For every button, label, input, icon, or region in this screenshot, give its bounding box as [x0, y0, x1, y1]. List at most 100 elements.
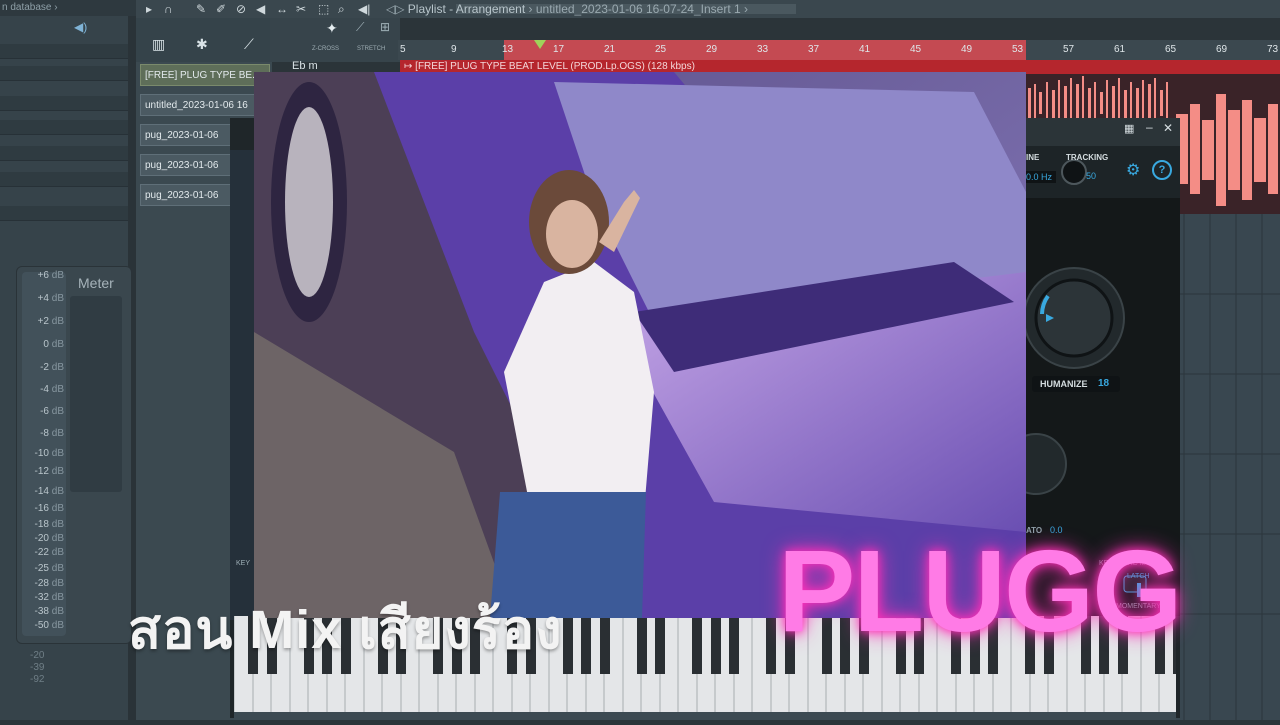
black-key[interactable]	[655, 616, 665, 674]
playback-icon[interactable]: ◀|	[358, 0, 370, 18]
meter-tick: -6 dB	[40, 406, 64, 417]
meter-tick: -22 dB	[34, 547, 64, 558]
meter-tick: -32 dB	[34, 592, 64, 603]
line-value[interactable]: 0.0 Hz	[1026, 171, 1056, 183]
automation-icon[interactable]: ⟋	[244, 36, 254, 53]
ruler-bar-number: 17	[553, 44, 565, 55]
black-key[interactable]	[711, 616, 721, 674]
track-item[interactable]: untitled_2023-01-06 16	[140, 94, 270, 116]
track-name: pug_2023-01-06	[145, 190, 219, 201]
plugin-menu-icon[interactable]: ▦	[1124, 122, 1134, 135]
playhead-marker[interactable]	[534, 40, 546, 49]
black-key[interactable]	[637, 616, 647, 674]
settings-gear-icon[interactable]: ⚙	[1126, 160, 1140, 180]
track-name: pug_2023-01-06	[145, 160, 219, 171]
magnet-icon[interactable]: ∩	[164, 0, 173, 18]
audio-wave-icon[interactable]: ✱	[196, 36, 208, 53]
black-key[interactable]	[692, 616, 702, 674]
meter-tick: -16 dB	[34, 503, 64, 514]
browser-row[interactable]	[0, 172, 132, 187]
meter-level-bar	[70, 296, 122, 492]
grid-tool-icon[interactable]: ⊞	[380, 20, 390, 34]
slice-icon[interactable]: ✂	[296, 0, 306, 18]
ruler-bar-number: 57	[1063, 44, 1075, 55]
humanize-value[interactable]: 18	[1098, 378, 1109, 389]
ruler-bar-number: 29	[706, 44, 718, 55]
meter-title: Meter	[78, 275, 114, 291]
browser-row[interactable]	[0, 44, 132, 59]
piano-roll-icon[interactable]: ▥	[152, 36, 165, 53]
ruler-bar-number: 65	[1165, 44, 1177, 55]
plugin-left-edge	[230, 150, 256, 620]
meter-lower-tick: -92	[30, 674, 45, 685]
meter-tick: -18 dB	[34, 519, 64, 530]
playlist-grid[interactable]	[1176, 214, 1280, 720]
curve-tool-icon[interactable]: ⟋	[356, 20, 364, 35]
play-icon[interactable]: ▸	[146, 0, 152, 18]
track-name: pug_2023-01-06	[145, 130, 219, 141]
meter-tick: -50 dB	[34, 620, 64, 631]
browser-row[interactable]	[0, 96, 132, 111]
minimize-icon[interactable]: –	[1146, 120, 1153, 134]
meter-tick: -4 dB	[40, 384, 64, 395]
pencil-icon[interactable]: ✎	[196, 0, 206, 18]
key-label: Eb m	[292, 60, 318, 72]
tracking-value[interactable]: 50	[1086, 171, 1096, 181]
black-key[interactable]	[563, 616, 573, 674]
close-icon[interactable]: ✕	[1163, 121, 1173, 135]
line-label: INE	[1026, 153, 1040, 162]
delete-icon[interactable]: ⊘	[236, 0, 246, 18]
speaker-icon[interactable]: ◀)	[74, 20, 88, 34]
browser-row[interactable]	[0, 66, 132, 81]
ruler-bar-number: 9	[451, 44, 457, 55]
slip-icon[interactable]: ↔	[276, 0, 288, 18]
meter-tick: -28 dB	[34, 578, 64, 589]
meter-tick: -10 dB	[34, 448, 64, 459]
meter-tick: -20 dB	[34, 533, 64, 544]
ruler-bar-number: 33	[757, 44, 769, 55]
breadcrumb-text: n database	[2, 2, 52, 13]
tracking-label: TRACKING	[1066, 153, 1109, 162]
playlist-title: ◁▷ Playlist - Arrangement › untitled_202…	[386, 2, 749, 16]
meter-tick: -38 dB	[34, 606, 64, 617]
help-icon[interactable]: ?	[1152, 160, 1172, 180]
meter-tick: +4 dB	[37, 293, 64, 304]
browser-row[interactable]	[0, 120, 132, 135]
black-key[interactable]	[729, 616, 739, 674]
browser-breadcrumb[interactable]: n database ›	[0, 0, 136, 16]
ruler-bar-number: 25	[655, 44, 667, 55]
meter-tick: -8 dB	[40, 428, 64, 439]
ruler-bar-number: 49	[961, 44, 973, 55]
track-item[interactable]: [FREE] PLUG TYPE BE...	[140, 64, 270, 86]
ruler-bar-number: 53	[1012, 44, 1024, 55]
browser-row[interactable]	[0, 206, 132, 221]
ruler-bar-number: 61	[1114, 44, 1126, 55]
black-key[interactable]	[581, 616, 591, 674]
meter-tick: 0 dB	[43, 339, 64, 350]
black-key[interactable]	[766, 616, 776, 674]
paint-icon[interactable]: ✐	[216, 0, 226, 18]
zoom-icon[interactable]: ⌕	[338, 0, 345, 18]
waveform-tool-icon[interactable]: ✦	[326, 20, 338, 37]
meter-lower-tick: -20	[30, 650, 45, 661]
ruler-bar-number: 73	[1267, 44, 1279, 55]
ruler-bar-number: 41	[859, 44, 871, 55]
project-path: untitled_2023-01-06 16-07-24_Insert 1	[535, 2, 741, 16]
ruler-bar-number: 21	[604, 44, 616, 55]
video-title-thai: สอน Mix เสียงร้อง	[128, 600, 563, 660]
ruler-bar-number: 13	[502, 44, 514, 55]
browser-row[interactable]	[0, 146, 132, 161]
meter-tick: -14 dB	[34, 486, 64, 497]
black-key[interactable]	[600, 616, 610, 674]
zcross-toggle[interactable]: Z-CROSS	[312, 46, 339, 52]
track-name: [FREE] PLUG TYPE BE...	[145, 70, 261, 81]
clip-title: [FREE] PLUG TYPE BEAT LEVEL (PROD.Lp.OGS…	[415, 61, 695, 72]
meter-tick: -25 dB	[34, 563, 64, 574]
stretch-toggle[interactable]: STRETCH	[357, 46, 385, 52]
plugin-scrollbar[interactable]	[234, 712, 1176, 720]
track-name: untitled_2023-01-06 16	[145, 100, 248, 111]
select-icon[interactable]: ⬚	[318, 0, 329, 18]
plugin-key-label: KEY	[236, 560, 251, 567]
mute-icon[interactable]: ◀	[256, 0, 265, 18]
ruler-bar-number: 5	[400, 44, 406, 55]
